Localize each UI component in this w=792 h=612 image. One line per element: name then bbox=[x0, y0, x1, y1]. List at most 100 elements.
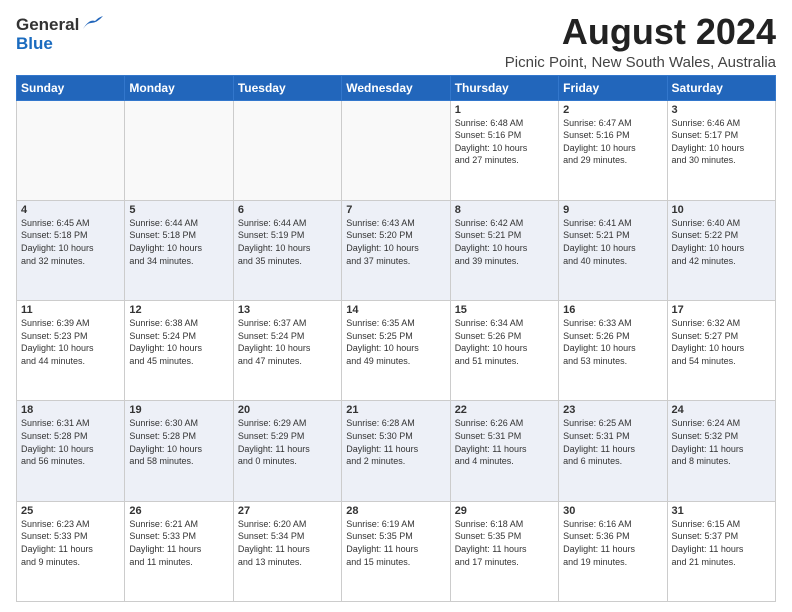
day-number: 15 bbox=[455, 304, 554, 316]
day-number: 29 bbox=[455, 505, 554, 517]
table-cell: 7Sunrise: 6:43 AMSunset: 5:20 PMDaylight… bbox=[342, 200, 450, 300]
day-info: Sunrise: 6:29 AMSunset: 5:29 PMDaylight:… bbox=[238, 417, 337, 467]
table-cell: 31Sunrise: 6:15 AMSunset: 5:37 PMDayligh… bbox=[667, 501, 775, 601]
day-number: 2 bbox=[563, 104, 662, 116]
day-info: Sunrise: 6:39 AMSunset: 5:23 PMDaylight:… bbox=[21, 317, 120, 367]
day-number: 18 bbox=[21, 404, 120, 416]
table-cell: 14Sunrise: 6:35 AMSunset: 5:25 PMDayligh… bbox=[342, 301, 450, 401]
col-tuesday: Tuesday bbox=[233, 75, 341, 100]
day-number: 3 bbox=[672, 104, 771, 116]
day-info: Sunrise: 6:44 AMSunset: 5:19 PMDaylight:… bbox=[238, 217, 337, 267]
day-number: 9 bbox=[563, 204, 662, 216]
table-cell: 10Sunrise: 6:40 AMSunset: 5:22 PMDayligh… bbox=[667, 200, 775, 300]
table-cell bbox=[17, 100, 125, 200]
day-number: 6 bbox=[238, 204, 337, 216]
table-cell: 28Sunrise: 6:19 AMSunset: 5:35 PMDayligh… bbox=[342, 501, 450, 601]
table-cell bbox=[233, 100, 341, 200]
page: General Blue August 2024 Picnic Point, N… bbox=[0, 0, 792, 612]
day-number: 25 bbox=[21, 505, 120, 517]
day-info: Sunrise: 6:30 AMSunset: 5:28 PMDaylight:… bbox=[129, 417, 228, 467]
table-cell: 1Sunrise: 6:48 AMSunset: 5:16 PMDaylight… bbox=[450, 100, 558, 200]
logo-general: General bbox=[16, 16, 79, 35]
day-info: Sunrise: 6:24 AMSunset: 5:32 PMDaylight:… bbox=[672, 417, 771, 467]
day-info: Sunrise: 6:35 AMSunset: 5:25 PMDaylight:… bbox=[346, 317, 445, 367]
week-row-2: 4Sunrise: 6:45 AMSunset: 5:18 PMDaylight… bbox=[17, 200, 776, 300]
day-info: Sunrise: 6:48 AMSunset: 5:16 PMDaylight:… bbox=[455, 117, 554, 167]
day-info: Sunrise: 6:15 AMSunset: 5:37 PMDaylight:… bbox=[672, 518, 771, 568]
day-number: 27 bbox=[238, 505, 337, 517]
week-row-4: 18Sunrise: 6:31 AMSunset: 5:28 PMDayligh… bbox=[17, 401, 776, 501]
day-number: 5 bbox=[129, 204, 228, 216]
table-cell: 9Sunrise: 6:41 AMSunset: 5:21 PMDaylight… bbox=[559, 200, 667, 300]
day-number: 22 bbox=[455, 404, 554, 416]
table-cell: 3Sunrise: 6:46 AMSunset: 5:17 PMDaylight… bbox=[667, 100, 775, 200]
table-cell: 24Sunrise: 6:24 AMSunset: 5:32 PMDayligh… bbox=[667, 401, 775, 501]
table-cell: 20Sunrise: 6:29 AMSunset: 5:29 PMDayligh… bbox=[233, 401, 341, 501]
header: General Blue August 2024 Picnic Point, N… bbox=[16, 12, 776, 71]
day-number: 13 bbox=[238, 304, 337, 316]
col-friday: Friday bbox=[559, 75, 667, 100]
day-number: 11 bbox=[21, 304, 120, 316]
header-row: Sunday Monday Tuesday Wednesday Thursday… bbox=[17, 75, 776, 100]
table-cell: 27Sunrise: 6:20 AMSunset: 5:34 PMDayligh… bbox=[233, 501, 341, 601]
day-info: Sunrise: 6:45 AMSunset: 5:18 PMDaylight:… bbox=[21, 217, 120, 267]
table-cell: 6Sunrise: 6:44 AMSunset: 5:19 PMDaylight… bbox=[233, 200, 341, 300]
day-info: Sunrise: 6:42 AMSunset: 5:21 PMDaylight:… bbox=[455, 217, 554, 267]
day-number: 16 bbox=[563, 304, 662, 316]
week-row-3: 11Sunrise: 6:39 AMSunset: 5:23 PMDayligh… bbox=[17, 301, 776, 401]
col-saturday: Saturday bbox=[667, 75, 775, 100]
col-monday: Monday bbox=[125, 75, 233, 100]
calendar-title: August 2024 bbox=[505, 12, 776, 52]
col-thursday: Thursday bbox=[450, 75, 558, 100]
table-cell: 19Sunrise: 6:30 AMSunset: 5:28 PMDayligh… bbox=[125, 401, 233, 501]
table-cell: 2Sunrise: 6:47 AMSunset: 5:16 PMDaylight… bbox=[559, 100, 667, 200]
col-sunday: Sunday bbox=[17, 75, 125, 100]
calendar-table: Sunday Monday Tuesday Wednesday Thursday… bbox=[16, 75, 776, 602]
day-number: 21 bbox=[346, 404, 445, 416]
table-cell: 16Sunrise: 6:33 AMSunset: 5:26 PMDayligh… bbox=[559, 301, 667, 401]
day-info: Sunrise: 6:25 AMSunset: 5:31 PMDaylight:… bbox=[563, 417, 662, 467]
day-info: Sunrise: 6:19 AMSunset: 5:35 PMDaylight:… bbox=[346, 518, 445, 568]
day-number: 8 bbox=[455, 204, 554, 216]
table-cell: 23Sunrise: 6:25 AMSunset: 5:31 PMDayligh… bbox=[559, 401, 667, 501]
day-number: 28 bbox=[346, 505, 445, 517]
day-number: 17 bbox=[672, 304, 771, 316]
day-info: Sunrise: 6:31 AMSunset: 5:28 PMDaylight:… bbox=[21, 417, 120, 467]
day-number: 31 bbox=[672, 505, 771, 517]
day-info: Sunrise: 6:21 AMSunset: 5:33 PMDaylight:… bbox=[129, 518, 228, 568]
table-cell: 29Sunrise: 6:18 AMSunset: 5:35 PMDayligh… bbox=[450, 501, 558, 601]
col-wednesday: Wednesday bbox=[342, 75, 450, 100]
day-info: Sunrise: 6:43 AMSunset: 5:20 PMDaylight:… bbox=[346, 217, 445, 267]
title-block: August 2024 Picnic Point, New South Wale… bbox=[505, 12, 776, 71]
week-row-1: 1Sunrise: 6:48 AMSunset: 5:16 PMDaylight… bbox=[17, 100, 776, 200]
logo-blue: Blue bbox=[16, 35, 53, 54]
day-info: Sunrise: 6:37 AMSunset: 5:24 PMDaylight:… bbox=[238, 317, 337, 367]
table-cell bbox=[342, 100, 450, 200]
logo: General Blue bbox=[16, 16, 103, 53]
logo-bird-icon bbox=[81, 15, 103, 33]
day-info: Sunrise: 6:20 AMSunset: 5:34 PMDaylight:… bbox=[238, 518, 337, 568]
day-number: 20 bbox=[238, 404, 337, 416]
day-number: 19 bbox=[129, 404, 228, 416]
table-cell: 18Sunrise: 6:31 AMSunset: 5:28 PMDayligh… bbox=[17, 401, 125, 501]
day-number: 14 bbox=[346, 304, 445, 316]
calendar-subtitle: Picnic Point, New South Wales, Australia bbox=[505, 54, 776, 71]
day-number: 23 bbox=[563, 404, 662, 416]
day-info: Sunrise: 6:40 AMSunset: 5:22 PMDaylight:… bbox=[672, 217, 771, 267]
day-info: Sunrise: 6:38 AMSunset: 5:24 PMDaylight:… bbox=[129, 317, 228, 367]
day-number: 12 bbox=[129, 304, 228, 316]
day-info: Sunrise: 6:26 AMSunset: 5:31 PMDaylight:… bbox=[455, 417, 554, 467]
day-info: Sunrise: 6:41 AMSunset: 5:21 PMDaylight:… bbox=[563, 217, 662, 267]
day-number: 7 bbox=[346, 204, 445, 216]
table-cell: 21Sunrise: 6:28 AMSunset: 5:30 PMDayligh… bbox=[342, 401, 450, 501]
day-number: 26 bbox=[129, 505, 228, 517]
day-number: 10 bbox=[672, 204, 771, 216]
table-cell: 22Sunrise: 6:26 AMSunset: 5:31 PMDayligh… bbox=[450, 401, 558, 501]
table-cell: 5Sunrise: 6:44 AMSunset: 5:18 PMDaylight… bbox=[125, 200, 233, 300]
table-cell: 13Sunrise: 6:37 AMSunset: 5:24 PMDayligh… bbox=[233, 301, 341, 401]
day-info: Sunrise: 6:16 AMSunset: 5:36 PMDaylight:… bbox=[563, 518, 662, 568]
day-info: Sunrise: 6:32 AMSunset: 5:27 PMDaylight:… bbox=[672, 317, 771, 367]
table-cell: 26Sunrise: 6:21 AMSunset: 5:33 PMDayligh… bbox=[125, 501, 233, 601]
table-cell: 12Sunrise: 6:38 AMSunset: 5:24 PMDayligh… bbox=[125, 301, 233, 401]
table-cell: 8Sunrise: 6:42 AMSunset: 5:21 PMDaylight… bbox=[450, 200, 558, 300]
